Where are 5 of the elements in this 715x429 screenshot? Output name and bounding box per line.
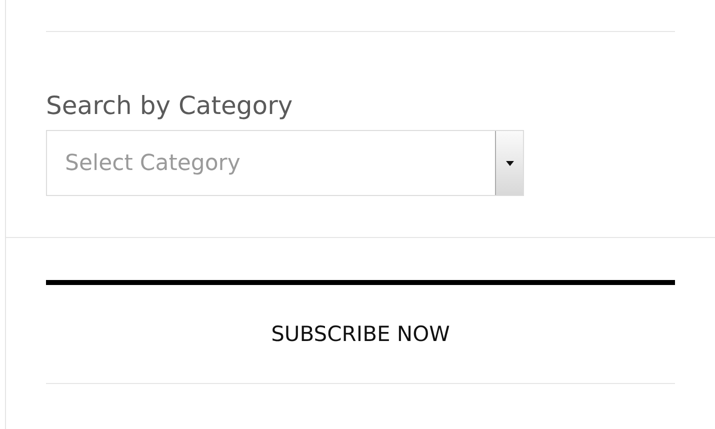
select-placeholder: Select Category bbox=[65, 150, 242, 178]
section-heading: Search by Category bbox=[46, 90, 293, 122]
dropdown-button[interactable] bbox=[495, 131, 523, 195]
caret-icon bbox=[506, 160, 514, 166]
subscribe-link[interactable]: SUBSCRIBE NOW bbox=[271, 319, 450, 349]
